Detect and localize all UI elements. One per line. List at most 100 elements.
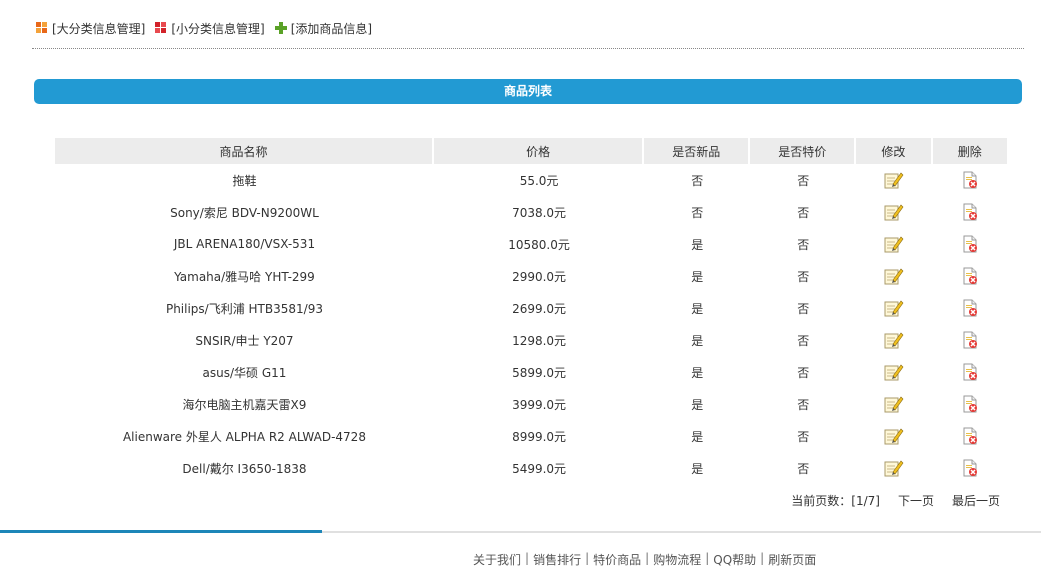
cell-is-new: 否	[691, 205, 704, 220]
header-edit: 修改	[856, 138, 933, 164]
delete-icon[interactable]	[962, 363, 978, 381]
cell-product-name: Yamaha/雅马哈 YHT-299	[174, 269, 315, 284]
cell-is-new: 是	[691, 269, 704, 284]
cell-product-name: asus/华硕 G11	[202, 365, 287, 380]
cell-delete	[933, 164, 1007, 196]
cell-is-special: 否	[797, 237, 810, 252]
table-row: Philips/飞利浦 HTB3581/93 2699.0元 是 否	[55, 292, 1007, 324]
delete-icon[interactable]	[962, 299, 978, 317]
cell-is-special: 否	[797, 365, 810, 380]
cell-price: 10580.0元	[508, 237, 570, 252]
current-page-indicator: 当前页数：[1/7]	[791, 494, 880, 508]
table-row: SNSIR/申士 Y207 1298.0元 是 否	[55, 324, 1007, 356]
edit-icon[interactable]	[884, 267, 904, 285]
cell-delete	[933, 228, 1007, 260]
cell-product-name: 海尔电脑主机嘉天雷X9	[182, 397, 307, 412]
edit-icon[interactable]	[884, 331, 904, 349]
delete-icon[interactable]	[962, 427, 978, 445]
footer-link[interactable]: 刷新页面	[768, 551, 816, 568]
cell-is-new: 是	[691, 365, 704, 380]
cell-is-special: 否	[797, 269, 810, 284]
footer-separator: |	[705, 551, 710, 565]
cell-product-name: JBL ARENA180/VSX-531	[173, 237, 316, 251]
footer-link[interactable]: 销售排行	[533, 551, 581, 568]
small-category-label[interactable]: [小分类信息管理]	[171, 20, 264, 37]
edit-icon[interactable]	[884, 363, 904, 381]
big-category-link[interactable]: [大分类信息管理]	[36, 20, 145, 37]
footer-link[interactable]: 关于我们	[473, 551, 521, 568]
small-category-link[interactable]: [小分类信息管理]	[155, 20, 265, 37]
footer-link[interactable]: 特价商品	[593, 551, 641, 568]
footer-separator: |	[645, 551, 650, 565]
cell-is-special: 否	[797, 205, 810, 220]
cell-is-special: 否	[797, 397, 810, 412]
edit-icon[interactable]	[884, 171, 904, 189]
cell-price: 5499.0元	[512, 461, 567, 476]
next-page-link[interactable]: 下一页	[898, 492, 934, 509]
edit-icon[interactable]	[884, 427, 904, 445]
edit-icon[interactable]	[884, 395, 904, 413]
cell-edit	[856, 228, 932, 260]
big-category-label[interactable]: [大分类信息管理]	[52, 20, 145, 37]
cell-delete	[933, 420, 1007, 452]
cell-is-new: 是	[691, 237, 704, 252]
cell-edit	[856, 420, 932, 452]
cell-edit	[856, 356, 932, 388]
edit-icon[interactable]	[884, 459, 904, 477]
cell-edit	[856, 196, 932, 228]
add-product-link[interactable]: [添加商品信息]	[274, 20, 372, 37]
delete-icon[interactable]	[962, 203, 978, 221]
header-is-new: 是否新品	[644, 138, 751, 164]
cell-delete	[933, 196, 1007, 228]
delete-icon[interactable]	[962, 395, 978, 413]
cell-edit	[856, 452, 932, 484]
footer-link[interactable]: 购物流程	[653, 551, 701, 568]
add-product-label[interactable]: [添加商品信息]	[291, 20, 372, 37]
cell-delete	[933, 324, 1007, 356]
cell-price: 3999.0元	[512, 397, 567, 412]
cell-price: 5899.0元	[512, 365, 567, 380]
cell-delete	[933, 452, 1007, 484]
footer-separator: |	[585, 551, 590, 565]
delete-icon[interactable]	[962, 331, 978, 349]
cell-product-name: SNSIR/申士 Y207	[195, 333, 294, 348]
delete-icon[interactable]	[962, 459, 978, 477]
delete-icon[interactable]	[962, 267, 978, 285]
cell-is-new: 否	[691, 173, 704, 188]
header-delete: 删除	[932, 138, 1007, 164]
footer-links: 关于我们 | 销售排行 | 特价商品 | 购物流程 | QQ帮助 | 刷新页面	[473, 551, 816, 568]
table-row: Yamaha/雅马哈 YHT-299 2990.0元 是 否	[55, 260, 1007, 292]
cell-is-new: 是	[691, 301, 704, 316]
cell-is-new: 是	[691, 461, 704, 476]
table-row: Sony/索尼 BDV-N9200WL 7038.0元 否 否	[55, 196, 1007, 228]
cell-product-name: Philips/飞利浦 HTB3581/93	[165, 301, 323, 316]
cell-price: 55.0元	[519, 173, 559, 188]
product-list-banner: 商品列表	[34, 79, 1022, 104]
cell-delete	[933, 292, 1007, 324]
edit-icon[interactable]	[884, 235, 904, 253]
footer-link[interactable]: QQ帮助	[713, 551, 756, 568]
table-row: Alienware 外星人 ALPHA R2 ALWAD-4728 8999.0元…	[55, 420, 1007, 452]
product-table: 商品名称 价格 是否新品 是否特价 修改 删除 拖鞋 55.0元否否 Sony/索尼…	[55, 138, 1007, 484]
cell-edit	[856, 260, 932, 292]
cell-is-new: 是	[691, 397, 704, 412]
red-grid-icon	[155, 22, 167, 34]
edit-icon[interactable]	[884, 299, 904, 317]
cell-is-new: 是	[691, 333, 704, 348]
cell-price: 2990.0元	[512, 269, 567, 284]
top-navigation: [大分类信息管理] [小分类信息管理] [添加商品信息]	[36, 18, 372, 38]
delete-icon[interactable]	[962, 171, 978, 189]
cell-product-name: Sony/索尼 BDV-N9200WL	[170, 205, 319, 220]
cell-is-special: 否	[797, 429, 810, 444]
cell-is-special: 否	[797, 173, 810, 188]
cell-is-special: 否	[797, 461, 810, 476]
cell-edit	[856, 388, 932, 420]
cell-is-special: 否	[797, 301, 810, 316]
cell-price: 2699.0元	[512, 301, 567, 316]
edit-icon[interactable]	[884, 203, 904, 221]
footer-separator: |	[525, 551, 530, 565]
last-page-link[interactable]: 最后一页	[952, 492, 1000, 509]
delete-icon[interactable]	[962, 235, 978, 253]
cell-price: 1298.0元	[512, 333, 567, 348]
table-row: 拖鞋 55.0元 否 否	[55, 164, 1007, 196]
